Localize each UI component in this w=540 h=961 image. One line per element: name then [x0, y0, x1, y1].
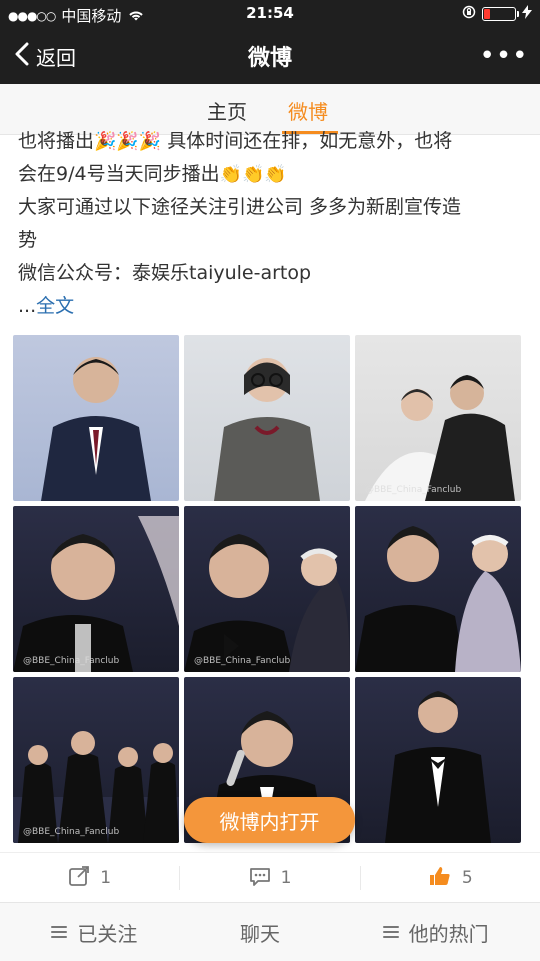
- followed-button[interactable]: 已关注: [51, 918, 137, 947]
- photo-figure: [214, 358, 320, 501]
- post-image-1[interactable]: [13, 335, 179, 501]
- chat-label: 聊天: [239, 921, 280, 946]
- post-image-9[interactable]: [355, 677, 521, 843]
- post-line1-part2: 具体时间还在排，如无意外，也将: [161, 130, 453, 152]
- post-line2-text: 会在9/4号当天同步播出: [18, 163, 220, 185]
- photo-figure: [365, 375, 515, 501]
- read-full-text-link[interactable]: 全文: [36, 295, 74, 317]
- menu-icon: [51, 926, 68, 938]
- status-bar: ●●●○○ 中国移动 21:54: [0, 0, 540, 28]
- hot-posts-label: 他的热门: [408, 921, 489, 946]
- clap-emoji-icons: 👏👏👏: [219, 164, 287, 185]
- post-line1-part1: 也将播出: [18, 130, 95, 152]
- post-text: 也将播出🎉🎉🎉 具体时间还在排，如无意外，也将 会在9/4号当天同步播出👏👏👏 …: [18, 125, 528, 323]
- image-watermark: @BBE_China_Fanclub: [23, 827, 120, 837]
- repost-button[interactable]: 1: [0, 865, 179, 892]
- followed-label: 已关注: [77, 921, 138, 946]
- post-image-3[interactable]: @BBE_China_Fanclub: [355, 335, 521, 501]
- status-time: 21:54: [246, 4, 294, 22]
- chat-button[interactable]: 聊天: [240, 918, 280, 947]
- post-image-6[interactable]: [355, 506, 521, 672]
- repost-count: 1: [100, 868, 112, 888]
- thumbs-up-icon: [428, 865, 452, 892]
- post-image-4[interactable]: @BBE_China_Fanclub: [13, 506, 179, 672]
- photo-figure: [41, 357, 151, 501]
- expand-text: ...全文: [18, 290, 528, 323]
- top-nav: 返回 微博 •••: [0, 28, 540, 84]
- battery-icon: [482, 7, 519, 21]
- like-count: 5: [461, 868, 473, 888]
- photo-figure: [355, 526, 521, 672]
- share-icon: [68, 865, 90, 892]
- more-options-button[interactable]: •••: [480, 41, 528, 71]
- post-actions: 1 1 5: [0, 852, 540, 903]
- tab-weibo[interactable]: 微博: [288, 96, 328, 125]
- menu-icon: [382, 926, 399, 938]
- open-in-weibo-button[interactable]: 微博内打开: [184, 797, 355, 843]
- image-watermark: @BBE_China_Fanclub: [365, 485, 462, 495]
- like-button[interactable]: 5: [361, 865, 540, 892]
- photo-figure: [184, 534, 350, 672]
- post-image-5[interactable]: @BBE_China_Fanclub: [184, 506, 350, 672]
- photo-figure: [13, 731, 179, 843]
- post-image-7[interactable]: @BBE_China_Fanclub: [13, 677, 179, 843]
- photo-figure: [385, 691, 491, 843]
- post-line-2: 会在9/4号当天同步播出👏👏👏: [18, 158, 528, 191]
- bottom-toolbar: 已关注 聊天 他的热门: [0, 902, 540, 961]
- page-title: 微博: [247, 46, 292, 71]
- orientation-lock-icon: [462, 5, 476, 23]
- post-line-3: 大家可通过以下途径关注引进公司 多多为新剧宣传造: [18, 196, 462, 218]
- post-image-2[interactable]: [184, 335, 350, 501]
- party-emoji-icons: 🎉🎉🎉: [94, 131, 162, 152]
- image-watermark: @BBE_China_Fanclub: [194, 656, 291, 666]
- photo-figure: [13, 516, 179, 672]
- post-image-grid: @BBE_China_Fanclub @BBE_China_Fanclub @B…: [13, 335, 521, 843]
- comment-icon: [249, 865, 271, 892]
- comment-button[interactable]: 1: [180, 865, 359, 892]
- tab-home[interactable]: 主页: [207, 96, 247, 125]
- comment-count: 1: [280, 868, 292, 888]
- image-watermark: @BBE_China_Fanclub: [23, 656, 120, 666]
- expand-ellipsis: ...: [18, 295, 37, 317]
- post-line-1: 也将播出🎉🎉🎉 具体时间还在排，如无意外，也将: [18, 125, 528, 158]
- post-line-4: 势: [18, 229, 38, 251]
- status-right: [462, 5, 532, 23]
- hot-posts-button[interactable]: 他的热门: [382, 918, 489, 947]
- charging-bolt-icon: [522, 5, 532, 23]
- post-line-5: 微信公众号：泰娱乐taiyule-artop: [18, 262, 312, 284]
